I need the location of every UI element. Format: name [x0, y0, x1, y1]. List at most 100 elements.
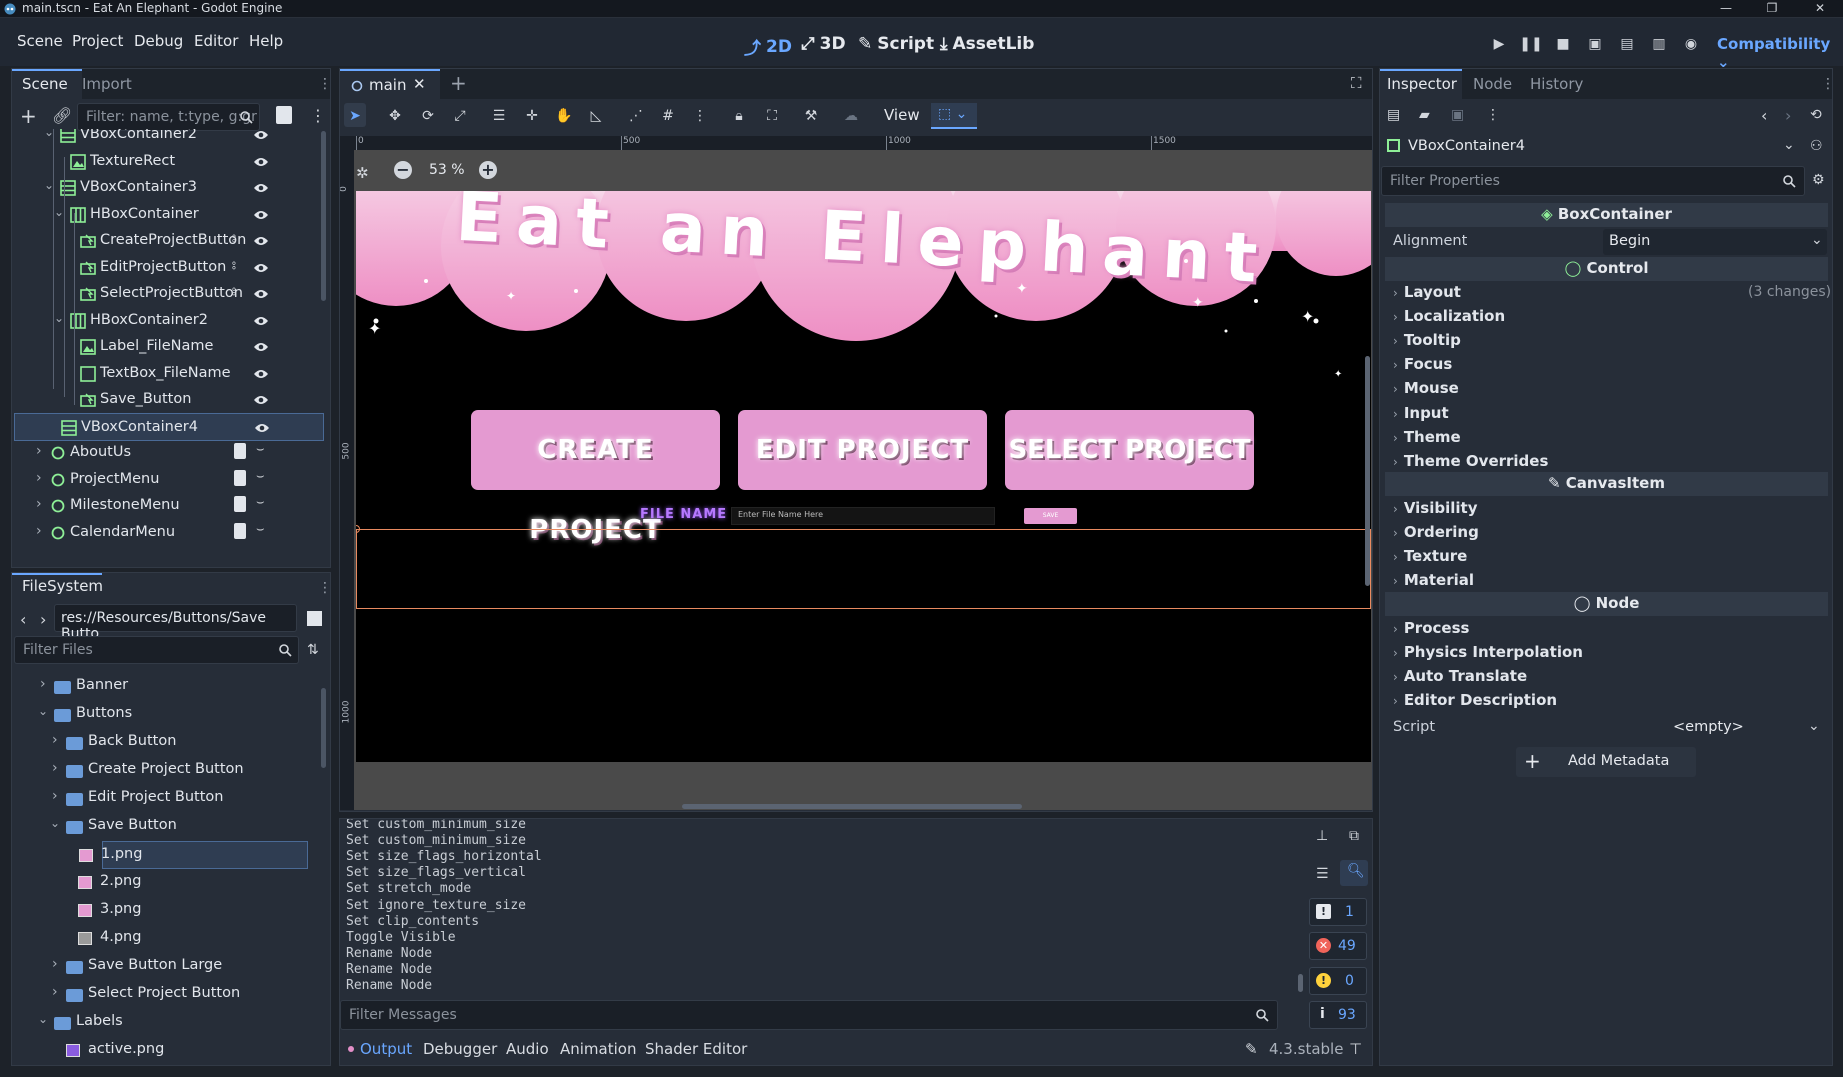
play-custom-scene-button[interactable]: ▥	[1647, 33, 1671, 55]
history-forward-icon[interactable]: ›	[1785, 106, 1791, 125]
tab-audio[interactable]: Audio	[506, 1040, 549, 1058]
tab-debugger[interactable]: Debugger	[423, 1040, 497, 1058]
fs-path-field[interactable]: res://Resources/Buttons/Save Butto	[54, 604, 297, 642]
scene-node-projectmenu[interactable]: › ProjectMenu ⌣	[14, 466, 324, 494]
play-button[interactable]: ▶	[1487, 33, 1511, 55]
property-group-layout[interactable]: › Layout	[1393, 283, 1461, 301]
remote-debug-button[interactable]: ▣	[1583, 33, 1607, 55]
pin-panel-icon[interactable]: ⊤	[1349, 1040, 1362, 1058]
visibility-hidden-icon[interactable]: ⌣	[256, 442, 265, 457]
collapse-arrow-icon[interactable]: ›	[52, 732, 58, 748]
cloud-icon[interactable]: ☁	[840, 105, 862, 127]
visibility-eye-icon[interactable]	[253, 341, 269, 353]
instantiate-scene-icon[interactable]	[276, 106, 292, 124]
expand-arrow-icon[interactable]: ⌄	[54, 311, 64, 325]
tab-history[interactable]: History	[1530, 75, 1583, 93]
filter-messages-input[interactable]: Filter Messages	[340, 1000, 1278, 1030]
close-window-button[interactable]: ✕	[1800, 0, 1840, 18]
script-attached-icon[interactable]	[234, 522, 246, 539]
property-group-visibility[interactable]: › Visibility	[1393, 499, 1477, 517]
filesystem-tree[interactable]: › Banner ⌄ Buttons › Back Button › Create Proje…	[14, 673, 324, 1063]
clear-output-icon[interactable]: ⊥	[1316, 828, 1328, 844]
menu-project[interactable]: Project	[72, 32, 123, 50]
visibility-eye-icon[interactable]	[253, 368, 269, 380]
fs-item-4-png[interactable]: 4.png	[14, 925, 324, 953]
menu-scene[interactable]: Scene	[17, 32, 63, 50]
collapse-arrow-icon[interactable]: ›	[52, 956, 58, 972]
grid-snap-icon[interactable]: #	[657, 105, 679, 127]
fs-item-select-project-button[interactable]: › Select Project Button	[14, 981, 324, 1009]
warning-count[interactable]: ! 0	[1309, 967, 1367, 995]
visibility-eye-icon[interactable]	[253, 156, 269, 168]
scene-tree[interactable]: ⌄ VBoxContainer2 TextureRect ⌄ VBoxContainer…	[14, 129, 324, 563]
scene-node-milestonemenu[interactable]: › MilestoneMenu ⌣	[14, 492, 324, 520]
visibility-eye-icon[interactable]	[253, 209, 269, 221]
section-boxcontainer[interactable]: ◈ BoxContainer	[1385, 203, 1828, 227]
link-icon[interactable]: 🔗︎	[52, 106, 72, 125]
menu-help[interactable]: Help	[249, 32, 283, 50]
skeleton-icon[interactable]: ⚒	[800, 105, 822, 127]
canvas-hscroll[interactable]	[682, 804, 1022, 809]
pan-tool-icon[interactable]: ✋	[553, 105, 575, 127]
add-node-icon[interactable]: +	[20, 106, 40, 126]
view-menu[interactable]: View	[884, 106, 920, 124]
script-attached-icon[interactable]	[234, 443, 246, 459]
update-spinner-icon[interactable]: ✎	[1245, 1040, 1258, 1058]
scene-node-texturerect[interactable]: TextureRect	[14, 148, 324, 176]
inspector-dock-menu-icon[interactable]: ⋮	[1821, 76, 1835, 92]
collapse-icon[interactable]: ☰	[1316, 866, 1329, 882]
signal-icon[interactable]: ⦂	[232, 258, 236, 273]
expand-arrow-icon[interactable]: ⌄	[54, 205, 64, 219]
selected-vboxcontainer4-outline[interactable]	[356, 529, 1371, 609]
fs-scrollbar[interactable]	[321, 688, 326, 768]
create-project-game-button[interactable]: CREATE PROJECT	[471, 410, 720, 545]
property-group-theme[interactable]: › Theme	[1393, 428, 1461, 446]
fs-item-buttons[interactable]: ⌄ Buttons	[14, 701, 324, 729]
maximize-button[interactable]: ❐	[1752, 0, 1792, 18]
scene-tab-main[interactable]: main ✕	[340, 69, 440, 99]
scene-node-calendarmenu[interactable]: › CalendarMenu ⌣	[14, 519, 324, 547]
scene-node-save_button[interactable]: Save_Button	[14, 386, 324, 414]
collapse-arrow-icon[interactable]: ›	[36, 523, 42, 539]
scene-node-vboxcontainer4[interactable]: VBoxContainer4	[14, 412, 324, 441]
property-group-process[interactable]: › Process	[1393, 619, 1469, 637]
scene-node-vboxcontainer2[interactable]: ⌄ VBoxContainer2	[14, 129, 324, 149]
message-count[interactable]: ! 1	[1309, 898, 1367, 926]
object-history-icon[interactable]: ⟲	[1810, 107, 1822, 123]
expand-arrow-icon[interactable]: ⌄	[38, 1012, 48, 1026]
edit-project-game-button[interactable]: EDIT PROJECT	[738, 410, 987, 490]
rotate-tool-icon[interactable]: ⟳	[417, 105, 439, 127]
alignment-select[interactable]: Begin ⌄	[1603, 229, 1827, 255]
property-group-mouse[interactable]: › Mouse	[1393, 379, 1459, 397]
new-resource-icon[interactable]: ▤	[1387, 107, 1400, 123]
visibility-eye-icon[interactable]	[253, 129, 269, 141]
select-tool-icon[interactable]: ➤	[344, 105, 366, 127]
workspace-2d[interactable]: ⤴ 2D	[744, 34, 792, 60]
copy-output-icon[interactable]: ⧉	[1349, 828, 1359, 844]
distraction-free-icon[interactable]: ⛶	[1351, 74, 1362, 92]
scene-node-editprojectbutton[interactable]: EditProjectButton ⦂	[14, 254, 324, 282]
visibility-eye-icon[interactable]	[254, 422, 270, 434]
property-group-tooltip[interactable]: › Tooltip	[1393, 331, 1461, 349]
history-back-icon[interactable]: ‹	[1761, 106, 1767, 125]
menu-debug[interactable]: Debug	[134, 32, 183, 50]
move-tool-icon[interactable]: ✥	[384, 105, 406, 127]
expand-arrow-icon[interactable]: ⌄	[38, 704, 48, 718]
property-group-editor-description[interactable]: › Editor Description	[1393, 691, 1557, 709]
section-node[interactable]: ◯ Node	[1385, 592, 1828, 616]
node-docs-icon[interactable]: ⚇	[1810, 138, 1823, 154]
signal-icon[interactable]: ⦂	[232, 231, 236, 246]
fs-dock-menu-icon[interactable]: ⋮	[318, 580, 332, 596]
fs-item-3-png[interactable]: 3.png	[14, 897, 324, 925]
script-attached-icon[interactable]	[234, 469, 246, 486]
output-log[interactable]: Set custom_minimum_size Set custom_minimu…	[340, 819, 1300, 995]
fs-item-save-button[interactable]: ⌄ Save Button	[14, 813, 324, 841]
fs-item-create-project-button[interactable]: › Create Project Button	[14, 757, 324, 785]
fs-item-banner[interactable]: › Banner	[14, 673, 324, 701]
renderer-select[interactable]: Compatibility ⌄	[1717, 35, 1843, 71]
stop-button[interactable]: ■	[1551, 33, 1575, 55]
property-settings-icon[interactable]: ⚙	[1812, 172, 1825, 188]
log-scrollbar-track[interactable]	[1298, 822, 1303, 992]
menu-editor[interactable]: Editor	[194, 32, 238, 50]
dock-menu-icon[interactable]: ⋮	[318, 76, 332, 92]
